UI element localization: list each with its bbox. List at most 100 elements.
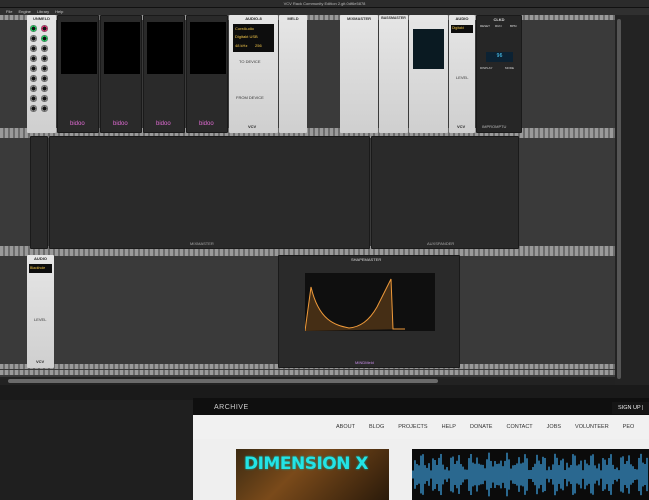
input-jack[interactable] (30, 75, 37, 82)
audio8-title: AUDIO-8 (245, 16, 262, 21)
bpm-display[interactable]: 96 (486, 52, 513, 62)
bidoo-module[interactable]: bidoo (57, 15, 99, 133)
output-jack[interactable] (41, 75, 48, 82)
scroll-thumb[interactable] (8, 379, 438, 383)
waveform-graphic (412, 452, 648, 497)
horizontal-scrollbar[interactable] (0, 377, 615, 385)
sequencer-screen[interactable] (104, 22, 140, 74)
nav-jobs[interactable]: JOBS (540, 415, 568, 439)
meld-title: MELD (287, 16, 299, 21)
unmeld-module[interactable]: UNMELD (27, 15, 56, 133)
level-label: LEVEL (456, 75, 469, 80)
nav-help[interactable]: HELP (435, 415, 463, 439)
bidoo-logo: bidoo (70, 121, 85, 127)
sequencer-screen[interactable] (61, 22, 97, 74)
input-jack[interactable] (30, 85, 37, 92)
nav-about[interactable]: ABOUT (329, 415, 362, 439)
to-device-label: TO DEVICE (239, 59, 261, 64)
input-jack[interactable] (30, 25, 37, 32)
vcv-logo: VCV (248, 124, 257, 129)
menu-engine[interactable]: Engine (18, 8, 30, 15)
archive-logo[interactable]: ARCHIVE (214, 404, 249, 411)
scroll-thumb[interactable] (617, 19, 621, 379)
menu-file[interactable]: File (6, 8, 12, 15)
audio8-device-display[interactable]: CoreAudio Digitakt USB 48 kHz 256 (233, 24, 274, 52)
rack-canvas[interactable]: UNMELD bidoo bidoo bidoo bidoo AUDIO-8 C… (0, 15, 615, 377)
input-jack[interactable] (30, 45, 37, 52)
input-jack[interactable] (30, 35, 37, 42)
bidoo-module[interactable]: bidoo (143, 15, 185, 133)
output-jack[interactable] (41, 105, 48, 112)
vcv-logo: VCV (457, 124, 466, 129)
audio3-title: AUDIO (34, 256, 47, 261)
audio8-module[interactable]: AUDIO-8 CoreAudio Digitakt USB 48 kHz 25… (229, 15, 278, 133)
mixmaster-module[interactable]: MIXMASTER (49, 136, 370, 249)
meld-module[interactable]: MELD (279, 15, 307, 133)
level-label: LEVEL (34, 317, 47, 322)
nav-people[interactable]: PEO (616, 415, 642, 439)
vu-meter-module[interactable] (409, 15, 448, 133)
auxspander-module[interactable]: AUXSPANDER (371, 136, 519, 249)
clkd-module[interactable]: CLKD RESET RUN BPM 96 DISPLAY MODE IMPRO… (476, 15, 522, 133)
bidoo-logo: bidoo (156, 121, 171, 127)
output-jack[interactable] (41, 25, 48, 32)
auxspander-label: AUXSPANDER (427, 241, 455, 246)
block-size: 256 (255, 43, 262, 48)
audio2-device[interactable]: Digitakt (451, 25, 473, 33)
shapemaster-module[interactable]: SHAPEMASTER MINDMeld (278, 255, 460, 368)
output-jack[interactable] (41, 55, 48, 62)
reset-label: RESET (480, 24, 491, 28)
nav-blog[interactable]: BLOG (362, 415, 391, 439)
shape-display[interactable] (304, 273, 435, 332)
nav-projects[interactable]: PROJECTS (391, 415, 434, 439)
vertical-scrollbar[interactable] (615, 15, 649, 398)
bpm-value: 96 (496, 53, 503, 59)
nav-donate[interactable]: DONATE (463, 415, 500, 439)
mixmaster-jr-module[interactable]: MIXMASTER (340, 15, 378, 133)
input-jack[interactable] (30, 65, 37, 72)
audio2-module[interactable]: AUDIO Digitakt LEVEL VCV (449, 15, 475, 133)
nav-contact[interactable]: CONTACT (499, 415, 539, 439)
output-jack[interactable] (41, 65, 48, 72)
audio-waveform[interactable] (412, 449, 649, 500)
impromptu-logo: IMPROMPTU (482, 124, 507, 129)
input-jack[interactable] (30, 55, 37, 62)
rack-rail (0, 370, 615, 375)
mindmeld-logo: MINDMeld (355, 360, 374, 365)
mixmaster-label: MIXMASTER (190, 241, 214, 246)
clkd-title: CLKD (493, 17, 505, 22)
output-jack[interactable] (41, 35, 48, 42)
unmeld-title: UNMELD (32, 16, 51, 21)
mixer-input-module[interactable] (30, 136, 48, 249)
audio3-device[interactable]: Blackhole (29, 264, 52, 273)
output-jack[interactable] (41, 85, 48, 92)
input-jack[interactable] (30, 105, 37, 112)
dimension-x-banner[interactable]: DIMENSION X (236, 449, 389, 500)
sequencer-screen[interactable] (147, 22, 183, 74)
audio3-module[interactable]: AUDIO Blackhole LEVEL VCV (27, 255, 54, 368)
sample-rate: 48 kHz (235, 43, 248, 48)
output-jack[interactable] (41, 45, 48, 52)
audio-device: Digitakt USB (235, 34, 258, 39)
bidoo-logo: bidoo (113, 121, 128, 127)
bidoo-module[interactable]: bidoo (100, 15, 142, 133)
bidoo-logo: bidoo (199, 121, 214, 127)
nav-volunteer[interactable]: VOLUNTEER (568, 415, 616, 439)
window-titlebar: VCV Rack Community Edition 2.git.0df6e58… (0, 0, 649, 8)
desktop-background (0, 400, 193, 500)
website-nav: ABOUT BLOG PROJECTS HELP DONATE CONTACT … (193, 415, 649, 439)
envelope-shape (304, 278, 405, 332)
audio2-device-name: Digitakt (452, 26, 464, 30)
audio3-device-name: Blackhole (30, 266, 46, 270)
bassmaster-module[interactable]: BASSMASTER (379, 15, 408, 133)
mix-title: MIXMASTER (347, 16, 371, 21)
input-jack[interactable] (30, 95, 37, 102)
menu-library[interactable]: Library (37, 8, 49, 15)
sequencer-screen[interactable] (190, 22, 226, 74)
bidoo-module[interactable]: bidoo (186, 15, 228, 133)
from-device-label: FROM DEVICE (236, 95, 264, 100)
signup-link[interactable]: SIGN UP | (612, 402, 649, 414)
menu-help[interactable]: Help (55, 8, 63, 15)
output-jack[interactable] (41, 95, 48, 102)
audio2-title: AUDIO (455, 16, 469, 21)
